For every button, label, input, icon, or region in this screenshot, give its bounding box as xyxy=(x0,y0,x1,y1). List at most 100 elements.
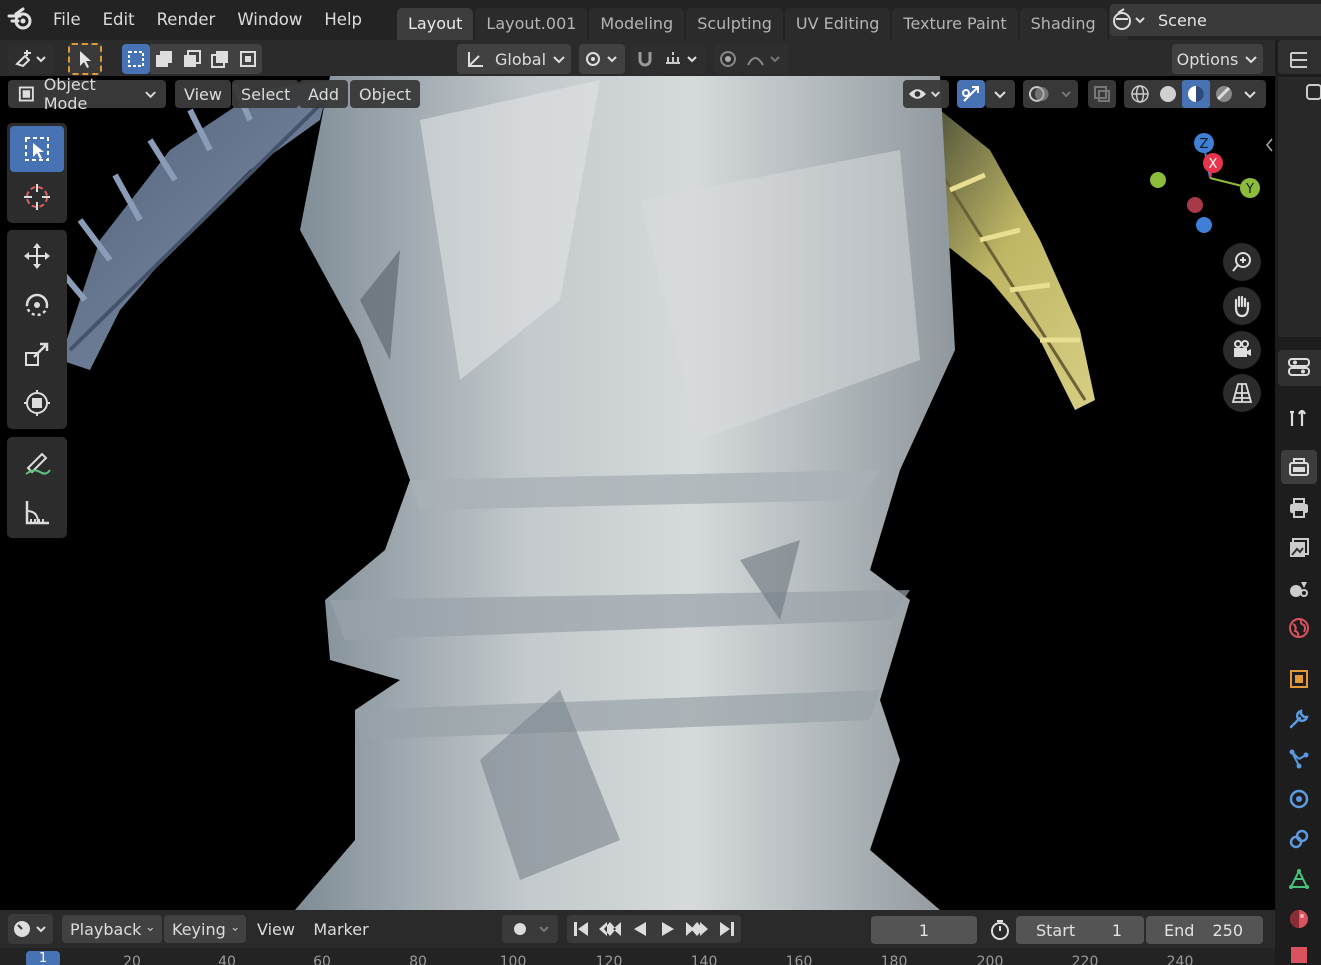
menu-help[interactable]: Help xyxy=(313,0,373,40)
viewport-menu-select[interactable]: Select xyxy=(232,80,300,108)
proportional-edit-toggle[interactable] xyxy=(714,44,742,74)
timeline-view-menu[interactable]: View xyxy=(250,915,302,943)
gizmo-dropdown[interactable] xyxy=(985,80,1015,108)
menu-edit[interactable]: Edit xyxy=(92,0,146,40)
navigation-gizmo[interactable]: Z X Y xyxy=(1140,128,1270,238)
marker-menu[interactable]: Marker xyxy=(306,915,376,943)
pivot-point-dropdown[interactable] xyxy=(579,44,625,74)
snap-increment-icon xyxy=(666,52,697,64)
ruler-tick: 240 xyxy=(1166,954,1194,965)
outliner-editor-button[interactable] xyxy=(1281,43,1317,77)
frame-ruler[interactable]: 1 20 40 60 80 100 120 140 160 180 200 22… xyxy=(0,948,1275,965)
viewport-menu-view[interactable]: View xyxy=(175,80,231,108)
gizmo-neg-x-axis[interactable] xyxy=(1187,197,1203,213)
current-frame-field[interactable]: 1 xyxy=(871,916,977,944)
editor-type-button[interactable] xyxy=(8,44,54,74)
3d-viewport[interactable] xyxy=(0,76,1275,910)
timeline-editor-type[interactable] xyxy=(8,914,53,944)
playhead[interactable]: 1 xyxy=(26,951,60,965)
jump-end-icon[interactable] xyxy=(716,919,738,939)
mode-dropdown[interactable]: Object Mode xyxy=(8,75,166,113)
prop-tab-render[interactable] xyxy=(1281,450,1317,484)
transform-tool[interactable] xyxy=(10,380,64,426)
prop-tab-particles[interactable] xyxy=(1281,742,1317,776)
solid-shading-button[interactable] xyxy=(1154,80,1182,108)
menu-window[interactable]: Window xyxy=(226,0,313,40)
properties-editor-button[interactable] xyxy=(1281,350,1317,384)
transform-orientation-dropdown[interactable]: Global xyxy=(457,44,571,74)
rotate-tool[interactable] xyxy=(10,282,64,328)
measure-tool[interactable] xyxy=(10,489,64,535)
prop-tab-constraints[interactable] xyxy=(1281,822,1317,856)
select-mode-intersect-button[interactable] xyxy=(234,44,262,74)
preview-range-toggle[interactable] xyxy=(987,916,1013,944)
xray-toggle[interactable] xyxy=(1088,80,1116,108)
prop-tab-physics[interactable] xyxy=(1281,782,1317,816)
visibility-dropdown[interactable] xyxy=(903,80,949,108)
tab-shading[interactable]: Shading xyxy=(1019,8,1107,40)
tab-sculpting[interactable]: Sculpting xyxy=(686,8,783,40)
auto-keying-toggle[interactable] xyxy=(502,915,558,943)
wireframe-shading-button[interactable] xyxy=(1126,80,1154,108)
select-box-tool[interactable] xyxy=(10,126,64,172)
tab-uv-editing[interactable]: UV Editing xyxy=(784,8,891,40)
options-dropdown[interactable]: Options xyxy=(1172,44,1263,74)
play-reverse-icon[interactable] xyxy=(629,919,651,939)
rendered-shading-button[interactable] xyxy=(1210,80,1238,108)
prop-tab-object[interactable] xyxy=(1281,662,1317,696)
tab-texture-paint[interactable]: Texture Paint xyxy=(892,8,1018,40)
gizmo-toggle[interactable] xyxy=(957,80,985,108)
cursor-tool[interactable] xyxy=(10,174,64,220)
gizmo-neg-z-axis[interactable] xyxy=(1196,217,1212,233)
tab-modeling[interactable]: Modeling xyxy=(589,8,685,40)
tab-layout-001[interactable]: Layout.001 xyxy=(475,8,588,40)
select-mode-invert-button[interactable] xyxy=(206,44,234,74)
prop-tab-output[interactable] xyxy=(1281,491,1317,525)
pan-button[interactable] xyxy=(1223,287,1261,325)
material-sphere-icon xyxy=(1188,86,1204,102)
play-icon[interactable] xyxy=(657,919,679,939)
keying-menu[interactable]: Keying xyxy=(164,915,246,943)
jump-start-icon[interactable] xyxy=(570,919,592,939)
material-preview-button[interactable] xyxy=(1182,80,1210,108)
next-keyframe-icon[interactable] xyxy=(684,919,710,939)
blender-logo-icon[interactable] xyxy=(6,5,36,35)
playback-menu[interactable]: Playback xyxy=(62,915,162,943)
end-frame-field[interactable]: End 250 xyxy=(1146,916,1263,944)
prop-tab-scene[interactable] xyxy=(1281,571,1317,605)
menu-render[interactable]: Render xyxy=(146,0,227,40)
select-mode-new-button[interactable] xyxy=(122,44,150,74)
shading-dropdown[interactable] xyxy=(1238,80,1262,108)
annotate-tool[interactable] xyxy=(10,440,64,486)
prop-tab-data[interactable] xyxy=(1281,862,1317,896)
perspective-toggle-button[interactable] xyxy=(1223,374,1261,412)
snap-target-dropdown[interactable] xyxy=(659,44,705,74)
move-tool[interactable] xyxy=(10,233,64,279)
select-subtract-icon xyxy=(184,50,201,67)
zoom-button[interactable] xyxy=(1223,243,1261,281)
scene-selector[interactable]: Scene xyxy=(1110,4,1321,36)
select-mode-subtract-button[interactable] xyxy=(178,44,206,74)
outliner-filter-button[interactable] xyxy=(1303,75,1321,109)
tab-layout[interactable]: Layout xyxy=(397,8,474,40)
prev-keyframe-icon[interactable] xyxy=(597,919,623,939)
prop-tab-view-layer[interactable] xyxy=(1281,531,1317,565)
select-mode-extend-button[interactable] xyxy=(150,44,178,74)
scale-tool[interactable] xyxy=(10,331,64,377)
sidebar-toggle-arrow[interactable] xyxy=(1264,136,1274,154)
proportional-falloff-dropdown[interactable] xyxy=(742,44,788,74)
prop-tab-tool[interactable] xyxy=(1281,401,1317,435)
gizmo-neg-y-axis[interactable] xyxy=(1150,172,1166,188)
prop-tab-modifiers[interactable] xyxy=(1281,702,1317,736)
menu-file[interactable]: File xyxy=(42,0,92,40)
prop-tab-texture[interactable] xyxy=(1281,944,1317,965)
active-tool-button[interactable] xyxy=(68,43,102,75)
start-frame-field[interactable]: Start 1 xyxy=(1016,916,1144,944)
viewport-menu-object[interactable]: Object xyxy=(350,80,421,108)
prop-tab-world[interactable] xyxy=(1281,611,1317,645)
camera-view-button[interactable] xyxy=(1223,331,1261,369)
overlays-dropdown[interactable] xyxy=(1023,80,1078,108)
prop-tab-material[interactable] xyxy=(1281,902,1317,936)
snap-toggle[interactable] xyxy=(631,44,659,74)
viewport-menu-add[interactable]: Add xyxy=(299,80,348,108)
